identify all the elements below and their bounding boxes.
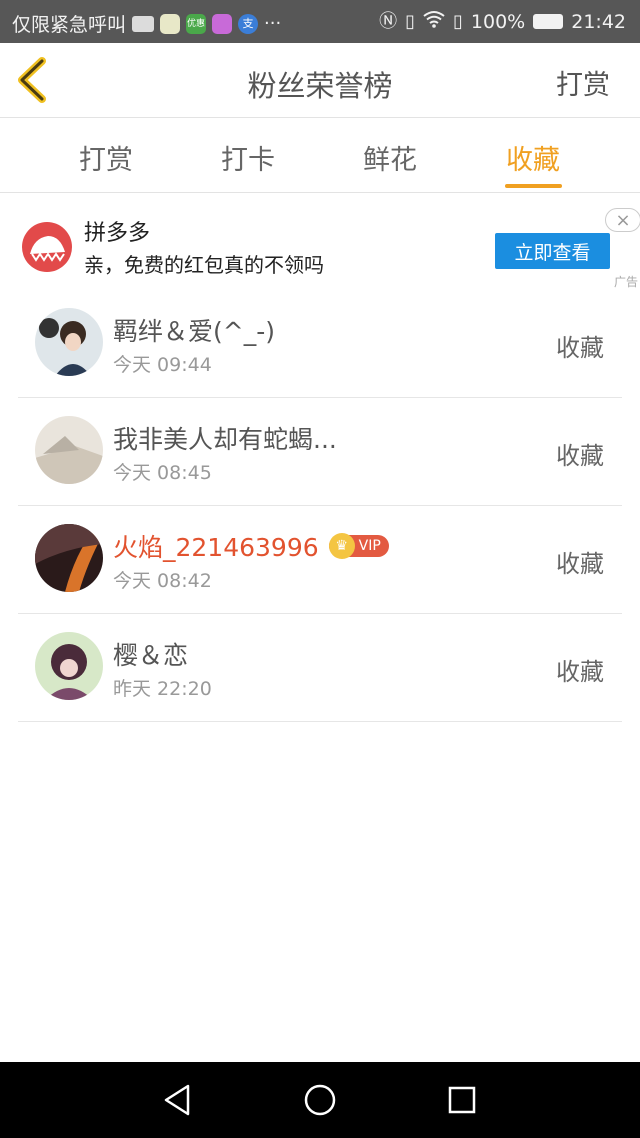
ad-view-button[interactable]: 立即查看 xyxy=(495,233,610,269)
avatar xyxy=(35,308,103,376)
page-title: 粉丝荣誉榜 xyxy=(247,69,393,103)
vip-label: VIP xyxy=(358,538,381,554)
fan-name: 火焰_221463996 xyxy=(113,533,319,562)
fan-time: 今天 09:44 xyxy=(113,354,212,376)
avatar xyxy=(35,524,103,592)
tip-button[interactable]: 打赏 xyxy=(556,63,610,102)
tab-flowers[interactable]: 鲜花 xyxy=(330,138,450,177)
tab-bar: 打赏 打卡 鲜花 收藏 xyxy=(0,118,640,193)
ad-title: 拼多多 xyxy=(84,221,151,246)
fan-name: 羁绊＆爱(^_-) xyxy=(113,317,275,346)
sim-alert-icon: ▯ xyxy=(453,10,463,32)
fan-action-label: 收藏 xyxy=(556,442,604,470)
alipay-icon: 支 xyxy=(238,13,259,34)
list-item[interactable]: 樱＆恋 昨天 22:20 收藏 xyxy=(18,614,622,722)
briefcase-icon xyxy=(132,15,155,32)
tab-tip[interactable]: 打赏 xyxy=(46,138,166,177)
list-item[interactable]: 我非美人却有蛇蝎... 今天 08:45 收藏 xyxy=(18,398,622,506)
status-bar: 仅限紧急呼叫 优惠 支 ··· Ⓝ ▯ ▯ 100% 21:42 xyxy=(0,0,640,43)
fan-name-vip: 火焰_221463996 ♛ VIP xyxy=(113,528,389,564)
avatar xyxy=(35,416,103,484)
wechat-icon xyxy=(160,13,181,34)
wifi-icon xyxy=(423,10,445,33)
home-nav-icon[interactable] xyxy=(302,1082,338,1118)
recents-nav-icon[interactable] xyxy=(444,1082,480,1118)
battery-percent: 100% xyxy=(470,10,526,33)
fan-list: 羁绊＆爱(^_-) 今天 09:44 收藏 我非美人却有蛇蝎... 今天 08:… xyxy=(18,290,622,722)
ad-close-icon[interactable]: × xyxy=(605,208,640,232)
ad-label: 广告 xyxy=(613,275,638,289)
coupon-app-icon: 优惠 xyxy=(186,13,207,34)
nfc-icon: Ⓝ xyxy=(379,10,398,32)
active-tab-indicator xyxy=(505,184,562,188)
system-nav-bar xyxy=(0,1062,640,1138)
vip-badge: ♛ VIP xyxy=(328,533,389,559)
fan-name: 樱＆恋 xyxy=(113,641,189,670)
ad-description: 亲，免费的红包真的不领吗 xyxy=(84,253,324,277)
list-item[interactable]: 羁绊＆爱(^_-) 今天 09:44 收藏 xyxy=(18,290,622,398)
more-notifications-icon: ··· xyxy=(264,12,282,34)
tab-checkin[interactable]: 打卡 xyxy=(188,138,308,177)
vibrate-icon: ▯ xyxy=(405,10,415,32)
calendar-app-icon xyxy=(212,13,233,34)
pinduoduo-logo-icon xyxy=(22,222,72,272)
fan-name: 我非美人却有蛇蝎... xyxy=(113,425,337,454)
header: 粉丝荣誉榜 打赏 xyxy=(0,43,640,118)
fan-action-label: 收藏 xyxy=(556,334,604,362)
back-nav-icon[interactable] xyxy=(160,1082,196,1118)
tab-favorites[interactable]: 收藏 xyxy=(473,138,593,177)
fan-time: 今天 08:45 xyxy=(113,462,212,484)
clock: 21:42 xyxy=(571,10,626,33)
fan-time: 今天 08:42 xyxy=(113,570,212,592)
battery-icon xyxy=(533,14,564,29)
fan-action-label: 收藏 xyxy=(556,550,604,578)
fan-time: 昨天 22:20 xyxy=(113,678,212,700)
list-item[interactable]: 火焰_221463996 ♛ VIP 今天 08:42 收藏 xyxy=(18,506,622,614)
crown-icon: ♛ xyxy=(328,533,355,559)
carrier-text: 仅限紧急呼叫 xyxy=(12,14,127,36)
fan-action-label: 收藏 xyxy=(556,658,604,686)
avatar xyxy=(35,632,103,700)
ad-banner[interactable]: 拼多多 亲，免费的红包真的不领吗 立即查看 × 广告 xyxy=(0,193,640,293)
